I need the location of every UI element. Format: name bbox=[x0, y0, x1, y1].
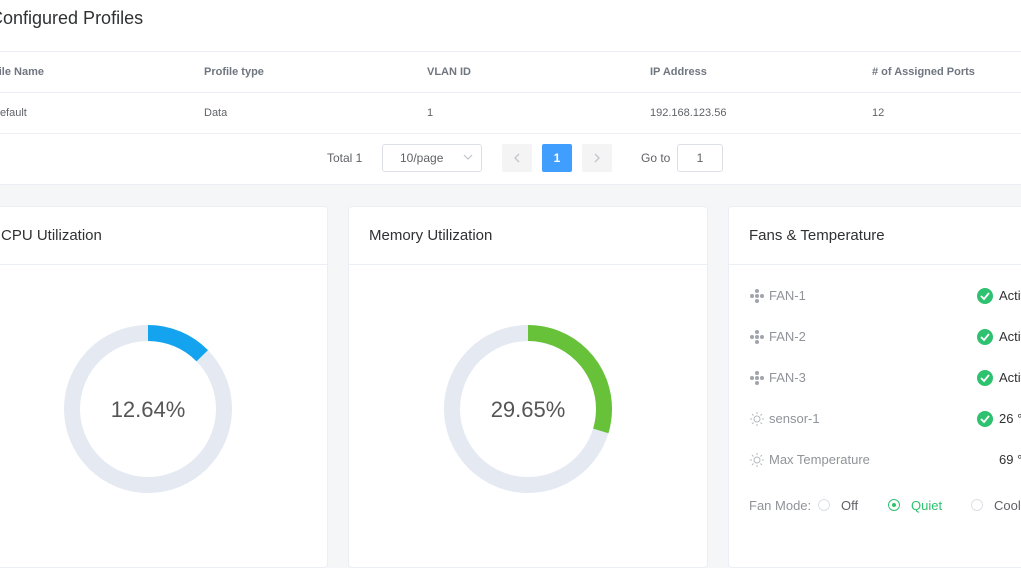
fan-label: FAN-2 bbox=[769, 329, 806, 344]
fan-mode-label: Fan Mode: bbox=[749, 498, 812, 513]
fan-icon bbox=[750, 289, 764, 303]
cell-assigned-ports: 12 bbox=[872, 107, 885, 119]
goto-label: Go to bbox=[641, 151, 671, 165]
sensor-label: sensor-1 bbox=[769, 411, 820, 426]
fans-temperature-card: Fans & Temperature FAN-1 Active FAN-2 Ac… bbox=[728, 206, 1021, 568]
table-row[interactable]: Default Data 1 192.168.123.56 12 bbox=[0, 92, 1021, 134]
max-temperature-value: 69 °C bbox=[999, 452, 1021, 467]
cpu-value-label: 12.64% bbox=[110, 397, 186, 422]
memory-utilization-card: Memory Utilization 29.65% bbox=[348, 206, 708, 568]
check-circle-icon bbox=[977, 411, 993, 427]
page-size-select[interactable]: 10/page bbox=[382, 144, 482, 172]
next-page-button[interactable] bbox=[582, 144, 612, 172]
pagination: Total 1 10/page 1 Go to 1 bbox=[0, 144, 1021, 172]
fan-status: Active bbox=[999, 288, 1021, 303]
column-header-vlan-id[interactable]: VLAN ID bbox=[427, 52, 471, 92]
sun-icon bbox=[750, 453, 764, 467]
max-temperature-label: Max Temperature bbox=[769, 452, 870, 467]
cpu-utilization-card: CPU Utilization 12.64% bbox=[0, 206, 328, 568]
fan-mode-cool-label[interactable]: Cool bbox=[994, 496, 1021, 516]
fan-status: Active bbox=[999, 329, 1021, 344]
page-title: Configured Profiles bbox=[0, 8, 144, 28]
chevron-down-icon bbox=[463, 154, 473, 160]
profiles-panel: Configured Profiles File Name Profile ty… bbox=[0, 0, 1021, 185]
chevron-left-icon bbox=[514, 153, 520, 163]
fan-mode-quiet-label[interactable]: Quiet bbox=[911, 496, 942, 516]
cell-profile-type: Data bbox=[204, 107, 228, 119]
cpu-card-title: CPU Utilization bbox=[0, 207, 327, 265]
pagination-total: Total 1 bbox=[327, 151, 363, 165]
fan-mode-off-label[interactable]: Off bbox=[841, 496, 858, 516]
radio-off[interactable] bbox=[818, 499, 830, 511]
fan-status: Active bbox=[999, 370, 1021, 385]
fan-label: FAN-3 bbox=[769, 370, 806, 385]
check-circle-icon bbox=[977, 288, 993, 304]
radio-quiet[interactable] bbox=[888, 499, 900, 511]
sun-icon bbox=[750, 412, 764, 426]
cell-file-name: Default bbox=[0, 107, 27, 119]
column-header-assigned-ports[interactable]: # of Assigned Ports bbox=[872, 52, 975, 92]
page-number-current[interactable]: 1 bbox=[542, 144, 572, 172]
profiles-table: File Name Profile type VLAN ID IP Addres… bbox=[0, 51, 1021, 134]
column-header-file-name[interactable]: File Name bbox=[0, 52, 44, 92]
column-header-profile-type[interactable]: Profile type bbox=[204, 52, 264, 92]
check-circle-icon bbox=[977, 329, 993, 345]
cell-ip-address: 192.168.123.56 bbox=[650, 107, 727, 119]
sensor-value: 26 °C bbox=[999, 411, 1021, 426]
prev-page-button[interactable] bbox=[502, 144, 532, 172]
fan-icon bbox=[750, 330, 764, 344]
check-circle-icon bbox=[977, 370, 993, 386]
radio-cool[interactable] bbox=[971, 499, 983, 511]
goto-page-input[interactable]: 1 bbox=[677, 144, 723, 172]
fan-label: FAN-1 bbox=[769, 288, 806, 303]
fan-icon bbox=[750, 371, 764, 385]
fans-card-title: Fans & Temperature bbox=[729, 207, 1021, 265]
memory-value-label: 29.65% bbox=[490, 397, 566, 422]
table-header-row: File Name Profile type VLAN ID IP Addres… bbox=[0, 51, 1021, 92]
cell-vlan-id: 1 bbox=[427, 107, 434, 119]
column-header-ip-address[interactable]: IP Address bbox=[650, 52, 707, 92]
memory-card-title: Memory Utilization bbox=[349, 207, 707, 265]
page-size-value: 10/page bbox=[400, 151, 444, 165]
chevron-right-icon bbox=[594, 153, 600, 163]
